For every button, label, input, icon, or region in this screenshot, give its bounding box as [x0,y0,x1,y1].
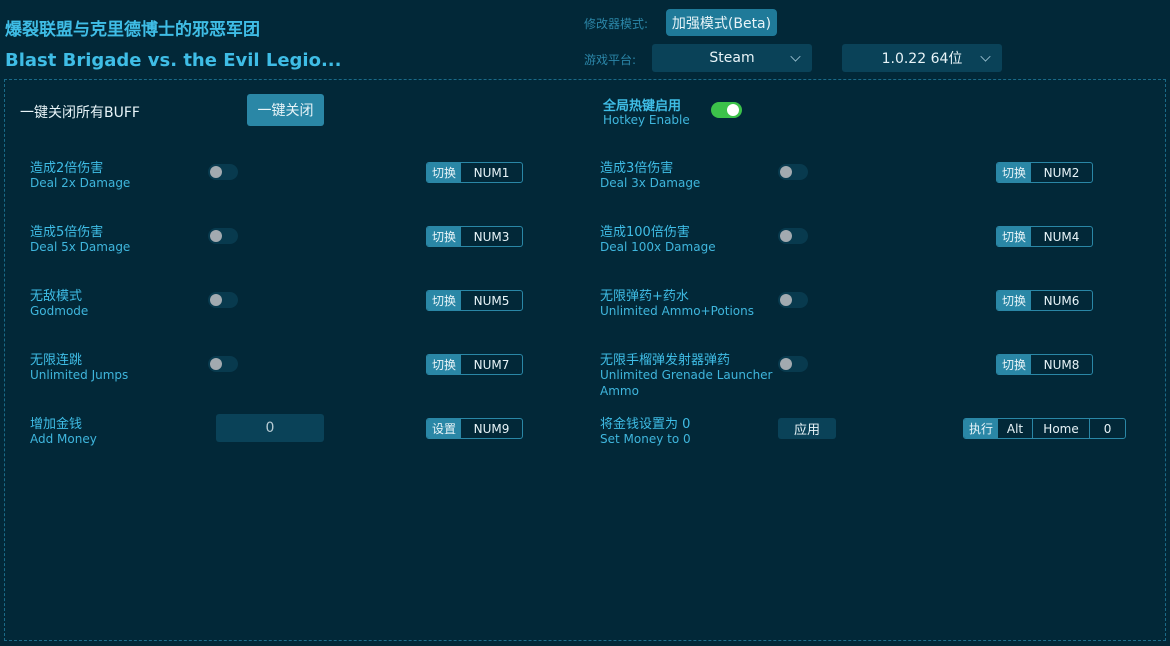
option-label-en: Godmode [30,303,88,319]
hotkey-key: NUM7 [473,357,510,372]
platform-label: 游戏平台: [584,53,637,67]
hotkey-tag: 执行 [964,419,999,438]
hotkey-key: NUM6 [1043,293,1080,308]
option-toggle[interactable] [208,292,238,308]
option-label-cn: 无限弹药+药水 [600,289,689,304]
add-money-label-en: Add Money [30,432,97,446]
disable-all-buff-label: 一键关闭所有BUFF [20,105,140,121]
option-hotkey[interactable]: 切换 NUM7 [426,354,523,375]
game-title-cn: 爆裂联盟与克里德博士的邪恶军团 [5,20,260,40]
option-label-en-line: Unlimited Ammo+Potions [600,304,754,318]
hotkey-key: NUM9 [473,421,510,436]
hotkey-key: NUM3 [473,229,510,244]
option-hotkey[interactable]: 切换 NUM1 [426,162,523,183]
mode-label: 修改器模式: [584,17,649,31]
option-label-en-line: Godmode [30,304,89,318]
toggle-knob [210,166,222,178]
hotkey-tag: 切换 [997,163,1032,182]
hotkey-key: NUM1 [473,165,510,180]
option-toggle[interactable] [778,292,808,308]
option-label-en-line: Deal 100x Damage [600,240,716,254]
option-toggle[interactable] [208,228,238,244]
option-toggle[interactable] [778,164,808,180]
option-label-en: Unlimited Grenade Launcher Ammo [600,367,773,399]
option-hotkey[interactable]: 切换 NUM5 [426,290,523,311]
hotkey-key-alt: Alt [1006,421,1024,436]
toggle-knob [727,104,739,116]
option-label-en: Deal 100x Damage [600,239,716,255]
option-toggle[interactable] [208,356,238,372]
hotkey-key: NUM5 [473,293,510,308]
toggle-knob [780,230,792,242]
hotkey-enable-toggle[interactable] [711,102,742,118]
chevron-down-icon [980,51,991,62]
option-hotkey[interactable]: 切换 NUM3 [426,226,523,247]
disable-all-button[interactable]: 一键关闭 [247,94,324,126]
option-hotkey[interactable]: 切换 NUM6 [996,290,1093,311]
option-label-cn: 造成2倍伤害 [30,161,104,176]
add-money-label-cn: 增加金钱 [30,417,83,432]
apply-button[interactable]: 应用 [778,418,836,439]
hotkey-key: NUM2 [1043,165,1080,180]
option-label-en: Unlimited Jumps [30,367,128,383]
option-label-cn: 造成3倍伤害 [600,161,674,176]
option-label-cn: 造成100倍伤害 [600,225,690,240]
hotkey-tag: 设置 [427,419,462,438]
option-label-cn: 无限连跳 [30,353,83,368]
toggle-knob [780,358,792,370]
hotkey-enable-label-cn: 全局热键启用 [603,99,682,114]
set-money-label-cn: 将金钱设置为 0 [600,417,691,432]
toggle-knob [780,166,792,178]
option-label-en-line: Deal 2x Damage [30,176,131,190]
mode-button[interactable]: 加强模式(Beta) [666,9,777,36]
option-hotkey[interactable]: 切换 NUM8 [996,354,1093,375]
toggle-knob [780,294,792,306]
option-label-cn: 无限手榴弹发射器弹药 [600,353,731,368]
set-money-hotkey[interactable]: 执行 Alt Home 0 [963,418,1126,439]
option-label-en: Deal 3x Damage [600,175,700,191]
game-title-en: Blast Brigade vs. the Evil Legio... [5,50,342,71]
option-label-cn: 造成5倍伤害 [30,225,104,240]
hotkey-tag: 切换 [997,227,1032,246]
hotkey-key-home: Home [1032,419,1089,438]
hotkey-enable-label-en: Hotkey Enable [603,113,690,127]
option-hotkey[interactable]: 切换 NUM2 [996,162,1093,183]
toggle-knob [210,294,222,306]
hotkey-key: NUM8 [1043,357,1080,372]
version-select[interactable]: 1.0.22 64位 [842,44,1002,72]
hotkey-tag: 切换 [427,163,462,182]
hotkey-tag: 切换 [997,291,1032,310]
toggle-knob [210,358,222,370]
hotkey-tag: 切换 [427,355,462,374]
option-label-en-line: Deal 5x Damage [30,240,131,254]
options-panel [4,79,1166,641]
hotkey-key-zero: 0 [1089,419,1125,438]
option-toggle[interactable] [778,228,808,244]
option-toggle[interactable] [208,164,238,180]
option-label-en: Deal 2x Damage [30,175,130,191]
chevron-down-icon [790,51,801,62]
hotkey-tag: 切换 [997,355,1032,374]
option-label-en: Deal 5x Damage [30,239,130,255]
option-label-en-line: Deal 3x Damage [600,176,701,190]
option-label-en-line: Unlimited Grenade Launcher [600,368,773,382]
option-label-en-line: Ammo [600,384,639,398]
add-money-hotkey[interactable]: 设置 NUM9 [426,418,523,439]
platform-select[interactable]: Steam [652,44,812,72]
hotkey-key: NUM4 [1043,229,1080,244]
hotkey-tag: 切换 [427,291,462,310]
version-value: 1.0.22 64位 [881,51,963,67]
set-money-label-en: Set Money to 0 [600,432,691,446]
option-label-en-line: Unlimited Jumps [30,368,129,382]
option-toggle[interactable] [778,356,808,372]
platform-value: Steam [709,50,755,66]
option-label-en: Unlimited Ammo+Potions [600,303,754,319]
hotkey-tag: 切换 [427,227,462,246]
add-money-input[interactable]: 0 [216,414,324,442]
toggle-knob [210,230,222,242]
option-label-cn: 无敌模式 [30,289,83,304]
option-hotkey[interactable]: 切换 NUM4 [996,226,1093,247]
